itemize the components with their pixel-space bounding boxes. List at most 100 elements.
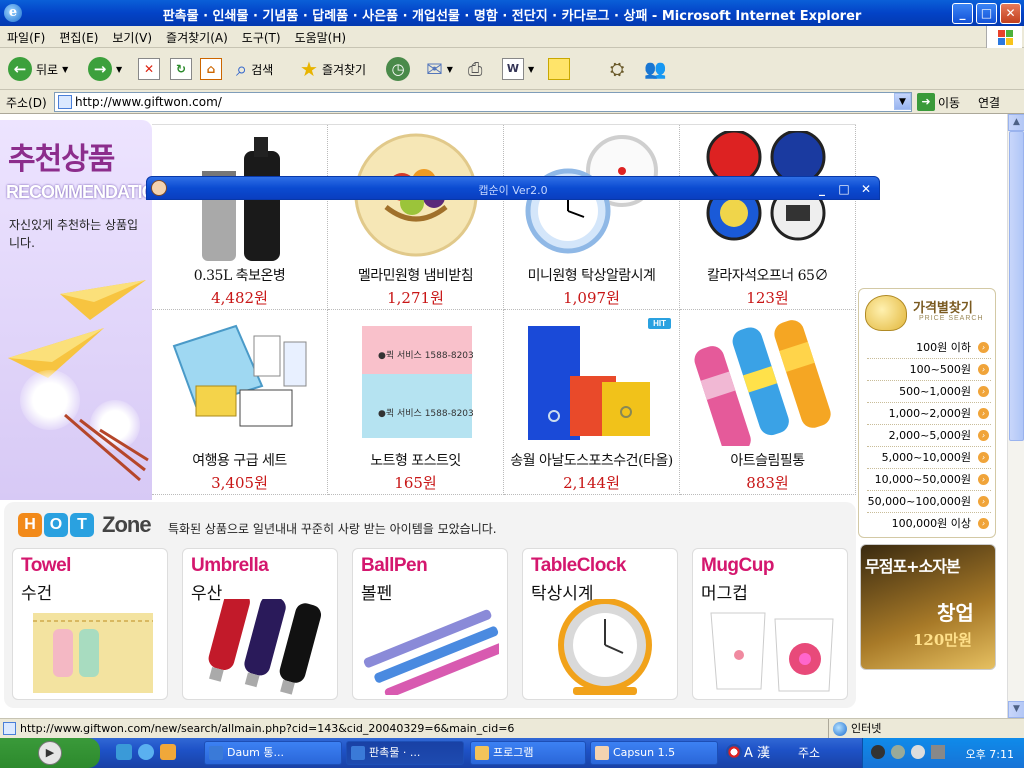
price-range-link[interactable]: 100원 이하 › — [867, 337, 991, 359]
start-button[interactable]: ▶ — [0, 738, 100, 768]
quicklaunch-icon[interactable] — [116, 744, 132, 760]
quicklaunch-icon[interactable] — [160, 744, 176, 760]
maximize-button[interactable]: □ — [976, 3, 997, 24]
volume-icon[interactable] — [931, 745, 945, 759]
hot-card-umbrella[interactable]: Umbrella 우산 — [182, 548, 338, 700]
search-button[interactable]: ⌕ 검색 — [236, 55, 273, 83]
home-button[interactable]: ⌂ — [200, 55, 222, 83]
tray-icon[interactable] — [891, 745, 905, 759]
price-range-link[interactable]: 1,000~2,000원 › — [867, 403, 991, 425]
messenger-button[interactable]: 👥 — [644, 55, 666, 83]
svg-text:●퀵 서비스 1588-8203: ●퀵 서비스 1588-8203 — [378, 349, 474, 361]
product-image — [694, 320, 831, 446]
coin-purse-icon — [865, 295, 907, 331]
history-icon: ◷ — [386, 57, 410, 81]
tray-icon[interactable] — [911, 745, 925, 759]
history-button[interactable]: ◷ — [386, 55, 410, 83]
recommendation-title-en: RECOMMENDATION — [6, 182, 168, 202]
window-title: 판촉물 · 인쇄물 · 기념품 · 답례품 · 사은품 · 개업선물 · 명함 … — [162, 9, 862, 24]
address-input[interactable]: http://www.giftwon.com/ — [54, 92, 912, 112]
price-range-link[interactable]: 500~1,000원 › — [867, 381, 991, 403]
address-label: 주소(D) — [6, 96, 47, 110]
vertical-scrollbar[interactable]: ▲ ▼ — [1007, 114, 1024, 718]
go-button[interactable]: ➜ 이동 — [917, 93, 960, 111]
messenger-icon: 👥 — [644, 58, 667, 80]
scroll-thumb[interactable] — [1009, 131, 1024, 441]
capsun-minimize-button[interactable]: _ — [813, 180, 831, 198]
price-range-link[interactable]: 100,000원 이상 › — [867, 513, 991, 535]
product-image — [528, 326, 650, 440]
menu-view[interactable]: 보기(V) — [105, 26, 159, 49]
tray-icon[interactable] — [871, 745, 885, 759]
product-price: 2,144원 — [563, 474, 620, 492]
product-card[interactable]: 아트슬림필통 883원 — [680, 310, 856, 495]
towel-image — [33, 613, 153, 693]
forward-button[interactable]: → ▼ — [88, 55, 122, 83]
task-button-active[interactable]: 판촉물 · ... — [346, 741, 464, 765]
address-toolbar-label[interactable]: 주소 — [798, 744, 820, 761]
language-bar[interactable]: A 漢 — [726, 742, 770, 761]
hot-card-towel[interactable]: Towel 수건 — [12, 548, 168, 700]
arrow-bullet-icon: › — [978, 430, 989, 441]
price-range-link[interactable]: 100~500원 › — [867, 359, 991, 381]
scroll-down-button[interactable]: ▼ — [1008, 701, 1024, 718]
menu-edit[interactable]: 편집(E) — [52, 26, 105, 49]
print-button[interactable]: ⎙ — [468, 55, 482, 83]
stop-button[interactable]: ✕ — [138, 55, 160, 83]
price-range-link[interactable]: 10,000~50,000원 › — [867, 469, 991, 491]
favorites-button[interactable]: ★ 즐겨찾기 — [300, 55, 366, 83]
ie-quicklaunch-icon[interactable] — [138, 744, 154, 760]
price-range-link[interactable]: 5,000~10,000원 › — [867, 447, 991, 469]
research-button[interactable]: ⛭ — [610, 55, 624, 83]
product-card[interactable]: 멜라민원형 냄비받침 1,271원 — [328, 125, 504, 310]
close-button[interactable]: ✕ — [1000, 3, 1021, 24]
product-card[interactable]: ●퀵 서비스 1588-8203 ●퀵 서비스 1588-8203 노트형 포스… — [328, 310, 504, 495]
task-button[interactable]: Capsun 1.5 — [590, 741, 718, 765]
hot-card-mugcup[interactable]: MugCup 머그컵 — [692, 548, 848, 700]
task-button[interactable]: 프로그램 — [470, 741, 586, 765]
address-url: http://www.giftwon.com/ — [75, 95, 222, 109]
edit-button[interactable]: W ▼ — [502, 55, 534, 83]
search-label: 검색 — [251, 62, 274, 77]
product-card[interactable]: 여행용 구급 세트 3,405원 — [152, 310, 328, 495]
product-card[interactable]: 0.35L 축보온병 4,482원 — [152, 125, 328, 310]
korean-flag-icon — [726, 743, 742, 760]
note-icon — [548, 58, 570, 80]
mail-button[interactable]: ✉ ▼ — [426, 55, 453, 83]
product-name: 칼라자석오프너 65∅ — [707, 268, 828, 284]
price-range-link[interactable]: 50,000~100,000원 › — [867, 491, 991, 513]
stem-decoration — [64, 413, 149, 482]
scroll-up-button[interactable]: ▲ — [1008, 114, 1024, 131]
product-name: 아트슬림필통 — [730, 453, 805, 469]
hot-zone-desc: 특화된 상품으로 일년내내 꾸준히 사랑 받는 아이템을 모았습니다. — [168, 522, 497, 536]
menu-tools[interactable]: 도구(T) — [235, 26, 288, 49]
hot-card-ballpen[interactable]: BallPen 볼펜 — [352, 548, 508, 700]
links-button[interactable]: 연결 — [978, 94, 1000, 111]
refresh-button[interactable]: ↻ — [170, 55, 192, 83]
menu-file[interactable]: 파일(F) — [0, 26, 52, 49]
task-button[interactable]: Daum 통... — [204, 741, 342, 765]
address-dropdown-button[interactable]: ▼ — [894, 93, 911, 110]
capsun-close-button[interactable]: ✕ — [857, 180, 875, 198]
capsun-maximize-button[interactable]: □ — [835, 180, 853, 198]
menu-favorites[interactable]: 즐겨찾기(A) — [159, 26, 235, 49]
folder-icon — [475, 746, 489, 760]
price-range-link[interactable]: 2,000~5,000원 › — [867, 425, 991, 447]
arrow-bullet-icon: › — [978, 518, 989, 529]
capsun-window-titlebar[interactable]: 캡순이 Ver2.0 _ □ ✕ — [146, 176, 880, 200]
product-card[interactable]: 미니원형 탁상알람시계 1,097원 — [504, 125, 680, 310]
hot-card-tableclock[interactable]: TableClock 탁상시계 — [522, 548, 678, 700]
arrow-bullet-icon: › — [978, 496, 989, 507]
product-card[interactable]: HIT 송월 아날도스포츠수건(타올) 2,144원 — [504, 310, 680, 495]
back-button[interactable]: ← 뒤로 ▼ — [8, 55, 68, 83]
product-card[interactable]: 칼라자석오프너 65∅ 123원 — [680, 125, 856, 310]
capsun-icon — [595, 746, 609, 760]
product-name: 노트형 포스트잇 — [370, 453, 461, 469]
menu-help[interactable]: 도움말(H) — [288, 26, 354, 49]
ie-icon — [209, 746, 223, 760]
minimize-button[interactable]: _ — [952, 3, 973, 24]
startup-ad-banner[interactable]: 무점포+소자본 창업 120만원 — [860, 544, 996, 670]
ie-icon — [351, 746, 365, 760]
note-button[interactable] — [548, 55, 570, 83]
product-price: 165원 — [394, 474, 437, 492]
